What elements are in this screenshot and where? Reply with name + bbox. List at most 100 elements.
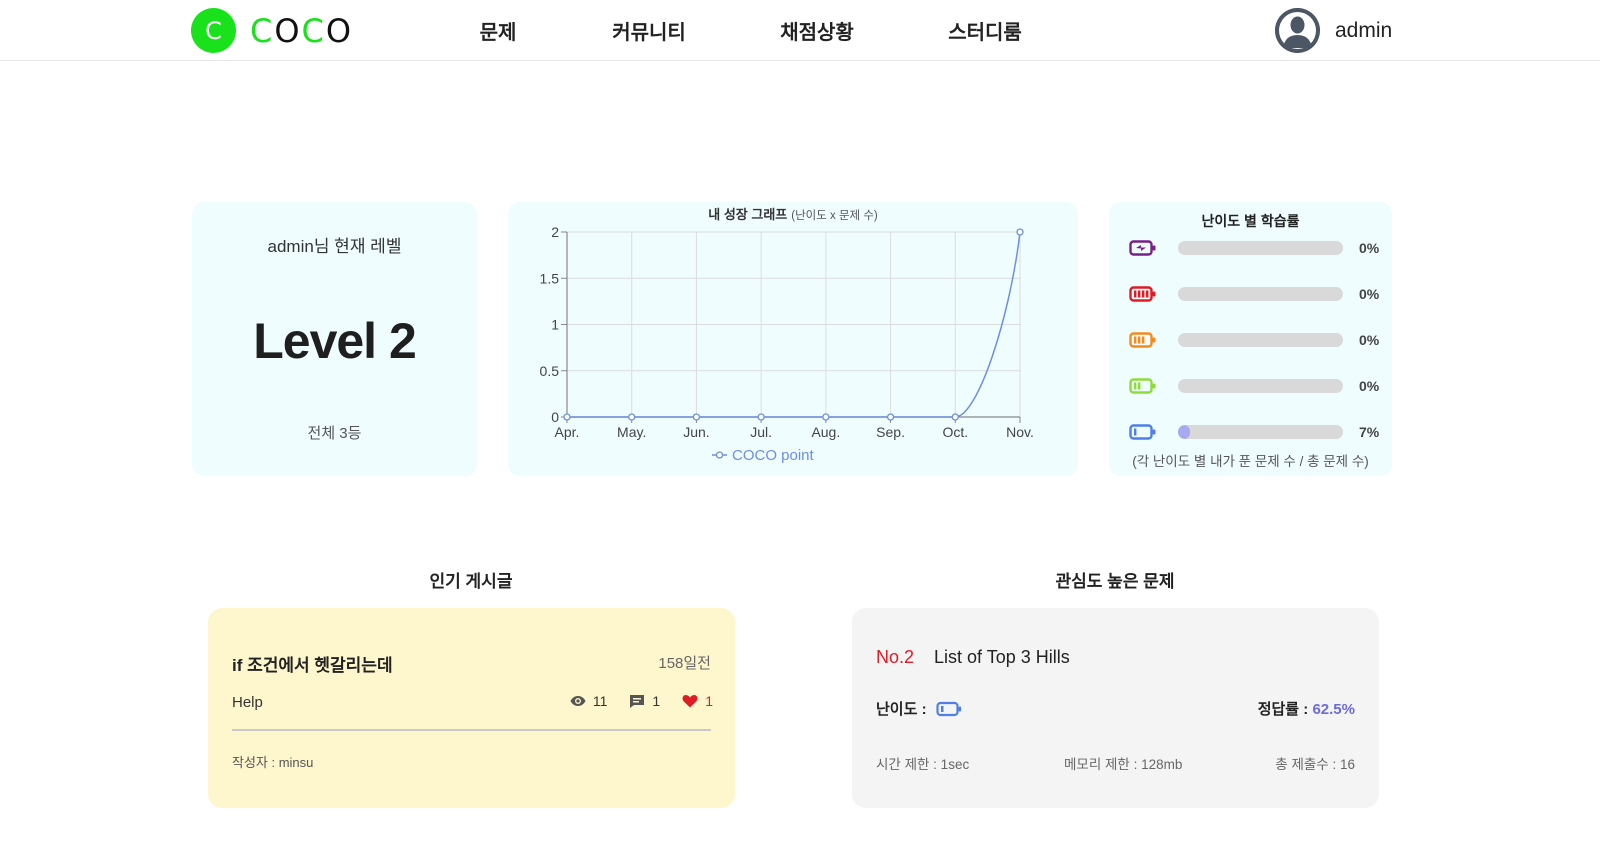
logo-text: COCO [250, 12, 353, 50]
post-stats: 11 1 1 [548, 693, 713, 709]
popular-post-card[interactable]: if 조건에서 헷갈리는데 158일전 Help 11 1 1 작성자: mi… [208, 608, 735, 808]
chart-title-main: 내 성장 그래프 [708, 207, 787, 222]
data-point [563, 413, 571, 421]
popular-problems-heading: 관심도 높은 문제 [1055, 572, 1175, 591]
data-point [757, 413, 765, 421]
x-tick-label: Sep. [876, 424, 905, 440]
growth-chart: 내 성장 그래프 (난이도 x 문제 수) 0 0.5 1 1.5 2 Apr. May. Jun… [540, 207, 1034, 464]
nav-study-room[interactable]: 스터디룸 [948, 16, 1022, 45]
legend-label: COCO point [732, 447, 815, 464]
x-tick-label: May. [617, 424, 646, 440]
level-card: admin님 현재 레벨 Level 2 전체 3등 [192, 202, 477, 476]
memory-limit: 메모리 제한 : 128mb [1064, 757, 1183, 772]
difficulty-percent: 0% [1359, 286, 1380, 302]
y-tick-label: 1 [551, 317, 559, 333]
eye-icon [570, 696, 586, 706]
difficulty-card-title: 난이도 별 학습률 [1201, 213, 1300, 229]
logo-text-o1: O [274, 11, 302, 50]
logo-letter: C [205, 17, 222, 45]
logo-circle-icon: C [191, 8, 236, 53]
progress-bar-fill [1178, 425, 1190, 439]
progress-bar-track [1178, 287, 1343, 301]
difficulty-row-3: 0% [1129, 330, 1379, 350]
views-count: 11 [592, 693, 608, 709]
data-point [692, 413, 701, 421]
time-limit: 시간 제한 : 1sec [876, 757, 970, 772]
progress-bar-track [1178, 425, 1343, 439]
difficulty-percent: 0% [1359, 240, 1380, 256]
problem-difficulty: 난이도 : [876, 698, 962, 719]
progress-bar-track [1178, 379, 1343, 393]
difficulty-row-2: 0% [1129, 284, 1379, 304]
post-author: 작성자 : minsu [232, 755, 314, 770]
accuracy-rate: 정답률 : 62.5% [1258, 698, 1355, 719]
data-point [951, 413, 959, 421]
heart-icon [682, 695, 698, 708]
comments-stat: 1 [629, 693, 660, 709]
battery-half-icon [1129, 377, 1157, 395]
overall-rank: 전체 3등 [307, 425, 362, 442]
legend-swatch-marker [715, 451, 724, 459]
x-tick-label: Jul. [750, 424, 772, 440]
difficulty-percent: 0% [1359, 378, 1380, 394]
problem-number: No.2 [876, 647, 915, 667]
difficulty-percent: 7% [1359, 424, 1380, 440]
x-tick-label: Oct. [942, 424, 968, 440]
user-menu[interactable]: admin [1275, 8, 1392, 53]
level-card-title: admin님 현재 레벨 [267, 237, 402, 256]
post-date: 158일전 [658, 655, 711, 672]
post-title[interactable]: if 조건에서 헷갈리는데 [232, 651, 393, 676]
difficulty-row-5: 7% [1129, 422, 1379, 442]
top-nav-bar: C COCO 문제 커뮤니티 채점상황 스터디룸 admin [0, 0, 1600, 61]
post-category: Help [232, 694, 263, 711]
data-point [1016, 228, 1024, 236]
y-tick-label: 0.5 [540, 363, 560, 379]
popular-posts-heading: 인기 게시글 [429, 572, 513, 591]
difficulty-progress-card: 난이도 별 학습률 0% 0% 0% 0% 7% (각 난이도 별 내가 푼 문제 수 … [1109, 202, 1392, 476]
likes-count: 1 [705, 693, 713, 709]
data-point [628, 413, 636, 421]
logo-text-c2: C [301, 11, 326, 50]
difficulty-row-1: 0% [1129, 238, 1379, 258]
progress-bar-track [1178, 241, 1343, 255]
growth-chart-card: 내 성장 그래프 (난이도 x 문제 수) 0 0.5 1 1.5 2 Apr. May. Jun… [508, 202, 1078, 476]
difficulty-row-4: 0% [1129, 376, 1379, 396]
user-silhouette-icon [1275, 8, 1320, 53]
difficulty-label: 난이도 : [876, 701, 927, 718]
data-point [886, 413, 895, 421]
battery-three-quarter-icon [1129, 331, 1157, 349]
logo-text-c1: C [250, 11, 275, 50]
difficulty-note: (각 난이도 별 내가 푼 문제 수 / 총 문제 수) [1132, 454, 1369, 469]
popular-problem-card[interactable]: No.2 List of Top 3 Hills 난이도 : 정답률 : 62.… [852, 608, 1379, 808]
comment-icon [630, 694, 645, 708]
total-submissions: 총 제출수 : 16 [1275, 757, 1355, 772]
battery-full-icon [1129, 285, 1157, 303]
problem-title[interactable]: List of Top 3 Hills [934, 647, 1070, 668]
y-tick-label: 2 [551, 224, 559, 240]
y-tick-label: 1.5 [540, 270, 560, 286]
x-tick-label: Aug. [811, 424, 840, 440]
battery-low-icon [1129, 423, 1157, 441]
x-tick-label: Apr. [555, 424, 580, 440]
chart-subtitle: (난이도 x 문제 수) [791, 209, 878, 222]
nav-problems[interactable]: 문제 [480, 16, 517, 45]
difficulty-percent: 0% [1359, 332, 1380, 348]
x-tick-label: Jun. [683, 424, 709, 440]
comments-count: 1 [652, 693, 661, 709]
current-level: Level 2 [253, 313, 417, 369]
x-tick-label: Nov. [1006, 424, 1034, 440]
nav-community[interactable]: 커뮤니티 [612, 16, 686, 45]
user-name: admin [1335, 18, 1393, 42]
y-tick-label: 0 [551, 409, 559, 425]
coco-logo[interactable]: C COCO [191, 8, 353, 53]
data-point [822, 413, 830, 421]
battery-low-icon [935, 701, 962, 717]
avatar [1275, 8, 1320, 53]
battery-charging-icon [1129, 239, 1157, 257]
nav-grading-status[interactable]: 채점상황 [780, 16, 854, 45]
views-stat: 11 [570, 693, 608, 709]
chart-title: 내 성장 그래프 (난이도 x 문제 수) [708, 207, 878, 222]
accuracy-label: 정답률 : [1257, 701, 1309, 718]
progress-bar-track [1178, 333, 1343, 347]
likes-stat: 1 [682, 693, 713, 709]
